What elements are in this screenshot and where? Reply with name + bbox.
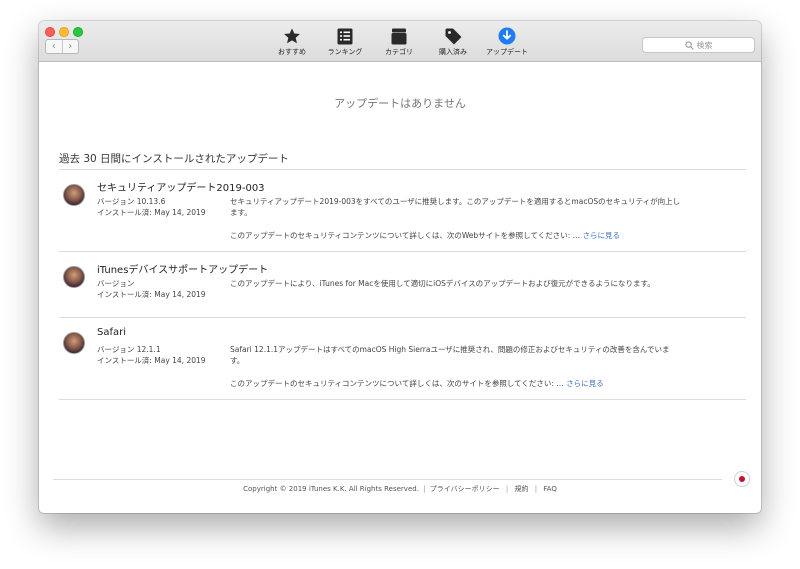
update-description-line: す。: [230, 356, 245, 365]
app-store-window: ‹ › おすすめ ランキング カテゴリ 購入済み アップデート 検索 アップデー…: [39, 21, 761, 513]
update-title: セキュリティアップデート2019-003: [97, 183, 265, 194]
footer-separator: |: [505, 485, 509, 493]
update-security-note: このアップデートのセキュリティコンテンツについて詳しくは、次のWebサイトを参照…: [230, 230, 688, 241]
more-link[interactable]: さらに見る: [566, 379, 604, 388]
update-installed-date: インストール済: May 14, 2019: [97, 290, 206, 299]
update-description-line: セキュリティアップデート2019-003をすべてのユーザに推奨します。このアップ…: [230, 197, 681, 206]
security-note-text: このアップデートのセキュリティコンテンツについて詳しくは、次のWebサイトを参照…: [230, 231, 581, 240]
forward-button[interactable]: ›: [61, 40, 79, 53]
download-icon: [477, 26, 537, 46]
update-installed-date: インストール済: May 14, 2019: [97, 356, 206, 365]
back-button[interactable]: ‹: [46, 40, 62, 53]
copyright-text: Copyright © 2019 iTunes K.K. All Rights …: [243, 485, 419, 493]
box-icon: [369, 26, 429, 46]
security-note-text: このアップデートのセキュリティコンテンツについて詳しくは、次のサイトを参照してく…: [230, 379, 564, 388]
footer-separator: |: [534, 485, 538, 493]
search-field[interactable]: 検索: [642, 37, 755, 53]
nav-buttons: ‹ ›: [45, 39, 79, 54]
divider: [59, 251, 746, 252]
tab-updates-label: アップデート: [486, 48, 528, 56]
tab-purchased-label: 購入済み: [439, 48, 467, 56]
tab-featured-label: おすすめ: [278, 48, 306, 56]
divider: [59, 399, 746, 400]
update-description-line: このアップデートにより、iTunes for Macを使用して適切にiOSデバイ…: [230, 279, 655, 288]
tab-featured[interactable]: おすすめ: [262, 26, 322, 57]
search-icon: [684, 40, 694, 50]
update-security-note: このアップデートのセキュリティコンテンツについて詳しくは、次のサイトを参照してく…: [230, 378, 688, 389]
tab-top-charts[interactable]: ランキング: [315, 26, 375, 57]
terms-link[interactable]: 規約: [514, 485, 528, 493]
updates-page: アップデートはありません 過去 30 日間にインストールされたアップデート セキ…: [39, 62, 761, 513]
update-description: Safari 12.1.1アップデートはすべてのmacOS High Sierr…: [230, 344, 688, 366]
tab-purchased[interactable]: 購入済み: [423, 26, 483, 57]
update-title: Safari: [97, 327, 127, 338]
tab-categories-label: カテゴリ: [385, 48, 413, 56]
update-installed-date: インストール済: May 14, 2019: [97, 208, 206, 217]
minimize-window-button[interactable]: [59, 27, 69, 37]
tab-categories[interactable]: カテゴリ: [369, 26, 429, 57]
chevron-left-icon: ‹: [51, 40, 56, 52]
update-version: バージョン 10.13.6: [97, 197, 166, 206]
update-version: バージョン 12.1.1: [97, 345, 161, 354]
section-title: 過去 30 日間にインストールされたアップデート: [59, 153, 289, 165]
search-placeholder: 検索: [696, 40, 713, 50]
macos-update-icon: [63, 266, 85, 288]
divider: [59, 169, 746, 170]
faq-link[interactable]: FAQ: [543, 485, 557, 493]
tag-icon: [423, 26, 483, 46]
star-icon: [262, 26, 322, 46]
tab-top-charts-label: ランキング: [327, 48, 363, 56]
update-description: セキュリティアップデート2019-003をすべてのユーザに推奨します。このアップ…: [230, 196, 688, 218]
update-description: このアップデートにより、iTunes for Macを使用して適切にiOSデバイ…: [230, 278, 688, 289]
privacy-policy-link[interactable]: プライバシーポリシー: [430, 485, 500, 493]
more-link[interactable]: さらに見る: [583, 231, 621, 240]
flag-dot: [739, 476, 745, 482]
update-description-line: ます。: [230, 208, 252, 217]
update-description-line: Safari 12.1.1アップデートはすべてのmacOS High Sierr…: [230, 345, 670, 354]
no-updates-message: アップデートはありません: [334, 97, 466, 110]
macos-update-icon: [63, 332, 85, 354]
tab-updates[interactable]: アップデート: [477, 26, 537, 57]
update-version: バージョン: [97, 279, 135, 288]
footer-divider: [53, 479, 722, 480]
update-title: iTunesデバイスサポートアップデート: [97, 265, 269, 276]
divider: [59, 317, 746, 318]
close-window-button[interactable]: [45, 27, 55, 37]
titlebar: ‹ › おすすめ ランキング カテゴリ 購入済み アップデート 検索: [39, 21, 761, 62]
footer-separator: |: [423, 485, 426, 493]
japan-flag-icon[interactable]: [734, 471, 750, 487]
list-icon: [315, 26, 375, 46]
chevron-right-icon: ›: [68, 40, 73, 52]
footer: Copyright © 2019 iTunes K.K. All Rights …: [39, 484, 761, 494]
zoom-window-button[interactable]: [73, 27, 83, 37]
macos-update-icon: [63, 184, 85, 206]
